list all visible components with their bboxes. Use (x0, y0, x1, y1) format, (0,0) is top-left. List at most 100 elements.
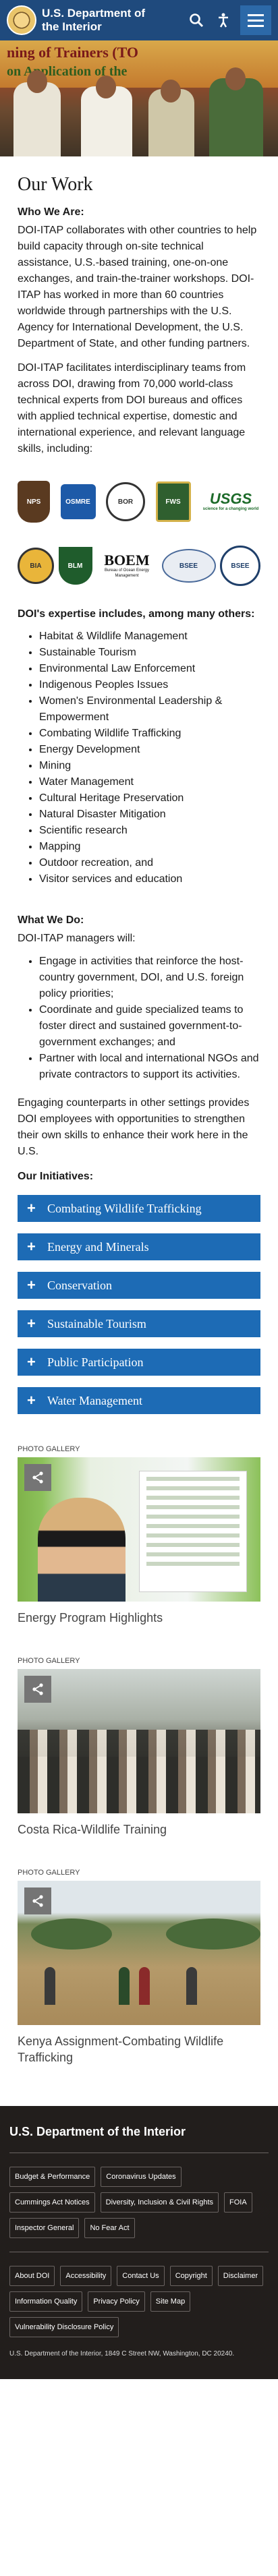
usgs-logo-text: USGS (209, 490, 252, 507)
engage-paragraph: Engaging counterparts in other settings … (18, 1097, 250, 1157)
list-item: Environmental Law Enforcement (39, 661, 260, 677)
site-title[interactable]: U.S. Department of the Interior (42, 7, 163, 34)
site-footer: U.S. Department of the Interior Budget &… (0, 2106, 278, 2379)
plus-icon: + (27, 1315, 36, 1332)
initiatives-accordion: + Combating Wildlife Trafficking + Energ… (18, 1195, 260, 1414)
person-figure (119, 1967, 130, 2005)
photo-gallery-energy: PHOTO GALLERY Energy Program Highlights (18, 1445, 260, 1626)
footer-link-foia[interactable]: FOIA (224, 2192, 252, 2213)
doi-seal-logo[interactable] (7, 5, 36, 35)
footer-link-inspector-general[interactable]: Inspector General (9, 2218, 80, 2238)
list-item: Engage in activities that reinforce the … (39, 954, 260, 1002)
photo-gallery-costa-rica: PHOTO GALLERY Costa Rica-Wildlife Traini… (18, 1657, 260, 1838)
accordion-conservation[interactable]: + Conservation (18, 1272, 260, 1299)
plus-icon: + (27, 1392, 36, 1409)
fws-logo: FWS (155, 481, 191, 522)
bor-logo: BOR (106, 482, 145, 521)
footer-link-cummings-act[interactable]: Cummings Act Notices (9, 2192, 95, 2213)
accordion-energy-and-minerals[interactable]: + Energy and Minerals (18, 1233, 260, 1260)
footer-link-site-map[interactable]: Site Map (150, 2291, 191, 2312)
site-header: U.S. Department of the Interior (0, 0, 278, 40)
footer-link-disclaimer[interactable]: Disclaimer (217, 2266, 264, 2286)
footer-title[interactable]: U.S. Department of the Interior (9, 2125, 269, 2139)
gallery-image[interactable] (18, 1669, 260, 1813)
bsee-seal-logo: BSEE (220, 546, 260, 586)
share-icon[interactable] (24, 1676, 51, 1703)
accordion-sustainable-tourism[interactable]: + Sustainable Tourism (18, 1310, 260, 1337)
accordion-label: Combating Wildlife Trafficking (47, 1201, 202, 1215)
what-we-do-list: Engage in activities that reinforce the … (18, 954, 260, 1083)
accordion-label: Energy and Minerals (47, 1239, 149, 1254)
hero-image: ning of Trainers (TO on Application of t… (0, 40, 278, 156)
list-item: Energy Development (39, 742, 260, 758)
footer-link-information-quality[interactable]: Information Quality (9, 2291, 83, 2312)
group-photo-row (18, 1757, 260, 1784)
footer-link-budget-performance[interactable]: Budget & Performance (9, 2167, 96, 2187)
accessibility-icon[interactable] (213, 10, 233, 30)
list-item: Partner with local and international NGO… (39, 1051, 260, 1083)
main-content: Our Work Who We Are: DOI-ITAP collaborat… (0, 174, 278, 2066)
list-item: Water Management (39, 774, 260, 790)
accordion-label: Sustainable Tourism (47, 1316, 146, 1330)
person-graphic (38, 1498, 126, 1602)
footer-link-no-fear-act[interactable]: No Fear Act (84, 2218, 135, 2238)
hero-person-head (225, 67, 246, 90)
list-item: Mapping (39, 839, 260, 855)
tree-graphic (166, 1919, 260, 1950)
plus-icon: + (27, 1200, 36, 1217)
hero-person-head (96, 76, 116, 98)
share-icon[interactable] (24, 1887, 51, 1914)
person-figure (186, 1967, 197, 2005)
who-we-are-paragraph-1: DOI-ITAP collaborates with other countri… (18, 225, 257, 349)
list-item: Visitor services and education (39, 871, 260, 887)
accordion-label: Public Participation (47, 1355, 144, 1369)
footer-link-coronavirus-updates[interactable]: Coronavirus Updates (101, 2167, 182, 2187)
hero-banner-line1: ning of Trainers (TO (7, 44, 138, 61)
gallery-image[interactable] (18, 1457, 260, 1602)
what-we-do-heading: What We Do: (18, 914, 84, 926)
accordion-label: Water Management (47, 1393, 142, 1407)
photo-gallery-kenya: PHOTO GALLERY Kenya Assignment-Combating… (18, 1869, 260, 2066)
list-item: Scientific research (39, 823, 260, 839)
footer-link-diversity[interactable]: Diversity, Inclusion & Civil Rights (100, 2192, 219, 2213)
accordion-public-participation[interactable]: + Public Participation (18, 1349, 260, 1376)
gallery-label: PHOTO GALLERY (18, 1869, 80, 1877)
gallery-caption[interactable]: Energy Program Highlights (18, 1610, 260, 1626)
list-item: Sustainable Tourism (39, 645, 260, 661)
who-we-are-paragraph-2: DOI-ITAP facilitates interdisciplinary t… (18, 362, 246, 455)
gallery-image[interactable] (18, 1881, 260, 2025)
footer-link-privacy-policy[interactable]: Privacy Policy (88, 2291, 145, 2312)
list-item: Women's Environmental Leadership & Empow… (39, 693, 260, 726)
footer-link-accessibility[interactable]: Accessibility (60, 2266, 112, 2286)
usgs-logo: USGS science for a changing world (201, 487, 260, 517)
list-item: Indigenous Peoples Issues (39, 677, 260, 693)
accordion-combating-wildlife-trafficking[interactable]: + Combating Wildlife Trafficking (18, 1195, 260, 1222)
tree-graphic (31, 1919, 112, 1950)
share-icon[interactable] (24, 1464, 51, 1491)
footer-link-copyright[interactable]: Copyright (169, 2266, 213, 2286)
plus-icon: + (27, 1238, 36, 1255)
what-we-do-intro: DOI-ITAP managers will: (18, 933, 136, 944)
bsee-oval-logo: BSEE (161, 549, 216, 583)
gallery-label: PHOTO GALLERY (18, 1657, 80, 1665)
list-item: Cultural Heritage Preservation (39, 790, 260, 807)
list-item: Natural Disaster Mitigation (39, 807, 260, 823)
search-icon[interactable] (186, 10, 206, 30)
plus-icon: + (27, 1277, 36, 1293)
gallery-caption[interactable]: Costa Rica-Wildlife Training (18, 1821, 260, 1838)
nps-logo: NPS (18, 481, 50, 523)
footer-links-secondary: About DOI Accessibility Contact Us Copyr… (9, 2266, 269, 2337)
accordion-water-management[interactable]: + Water Management (18, 1387, 260, 1414)
accordion-label: Conservation (47, 1278, 112, 1292)
menu-icon[interactable] (240, 5, 271, 35)
plus-icon: + (27, 1353, 36, 1370)
footer-link-contact-us[interactable]: Contact Us (117, 2266, 165, 2286)
group-photo-row (18, 1730, 260, 1757)
footer-link-about-doi[interactable]: About DOI (9, 2266, 55, 2286)
footer-link-vulnerability-disclosure[interactable]: Vulnerability Disclosure Policy (9, 2317, 119, 2337)
list-item: Outdoor recreation, and (39, 855, 260, 871)
expertise-heading: DOI's expertise includes, among many oth… (18, 608, 255, 620)
usgs-tagline: science for a changing world (202, 507, 259, 511)
list-item: Coordinate and guide specialized teams t… (39, 1002, 260, 1051)
gallery-caption[interactable]: Kenya Assignment-Combating Wildlife Traf… (18, 2033, 260, 2066)
